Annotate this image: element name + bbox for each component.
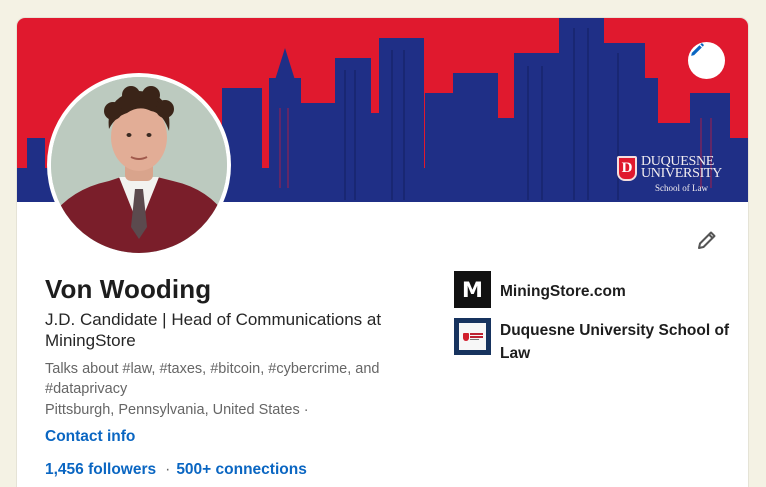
contact-info-link[interactable]: Contact info <box>45 428 135 446</box>
avatar-portrait <box>51 77 227 253</box>
location-separator: · <box>303 402 309 418</box>
org-name: MiningStore.com <box>500 283 626 300</box>
org-item-miningstore[interactable]: M MiningStore.com <box>454 271 734 308</box>
profile-name: Von Wooding <box>45 274 212 304</box>
profile-location-line: Pittsburgh, Pennsylvania, United States … <box>45 402 309 418</box>
edit-cover-button[interactable] <box>688 42 725 79</box>
banner-logo-line2: UNIVERSITY <box>641 166 722 181</box>
miningstore-logo: M <box>454 271 491 308</box>
profile-photo[interactable] <box>47 73 231 257</box>
duquesne-logo <box>454 318 491 355</box>
profile-talks-about: Talks about #law, #taxes, #bitcoin, #cyb… <box>45 361 380 397</box>
network-stats: 1,456 followers · 500+ connections <box>45 461 307 479</box>
experience-education-list: M MiningStore.com Duquesne University Sc… <box>454 271 734 365</box>
stats-separator: · <box>165 461 171 478</box>
pencil-icon <box>691 43 704 56</box>
profile-location: Pittsburgh, Pennsylvania, United States <box>45 402 300 418</box>
org-item-duquesne[interactable]: Duquesne University School of Law <box>454 318 734 365</box>
followers-link[interactable]: 1,456 followers <box>45 461 156 479</box>
duquesne-banner-logo: D DUQUESNE UNIVERSITY School of Law <box>617 155 722 194</box>
connections-link[interactable]: 500+ connections <box>176 461 307 479</box>
profile-card: D DUQUESNE UNIVERSITY School of Law Von … <box>17 18 748 487</box>
org-name: Duquesne University School of Law <box>500 322 730 362</box>
edit-intro-button[interactable] <box>692 225 722 255</box>
pencil-icon <box>698 231 716 249</box>
profile-headline: J.D. Candidate | Head of Communications … <box>45 310 382 350</box>
duquesne-shield-mark: D <box>617 156 637 181</box>
banner-logo-line3: School of Law <box>655 183 708 193</box>
